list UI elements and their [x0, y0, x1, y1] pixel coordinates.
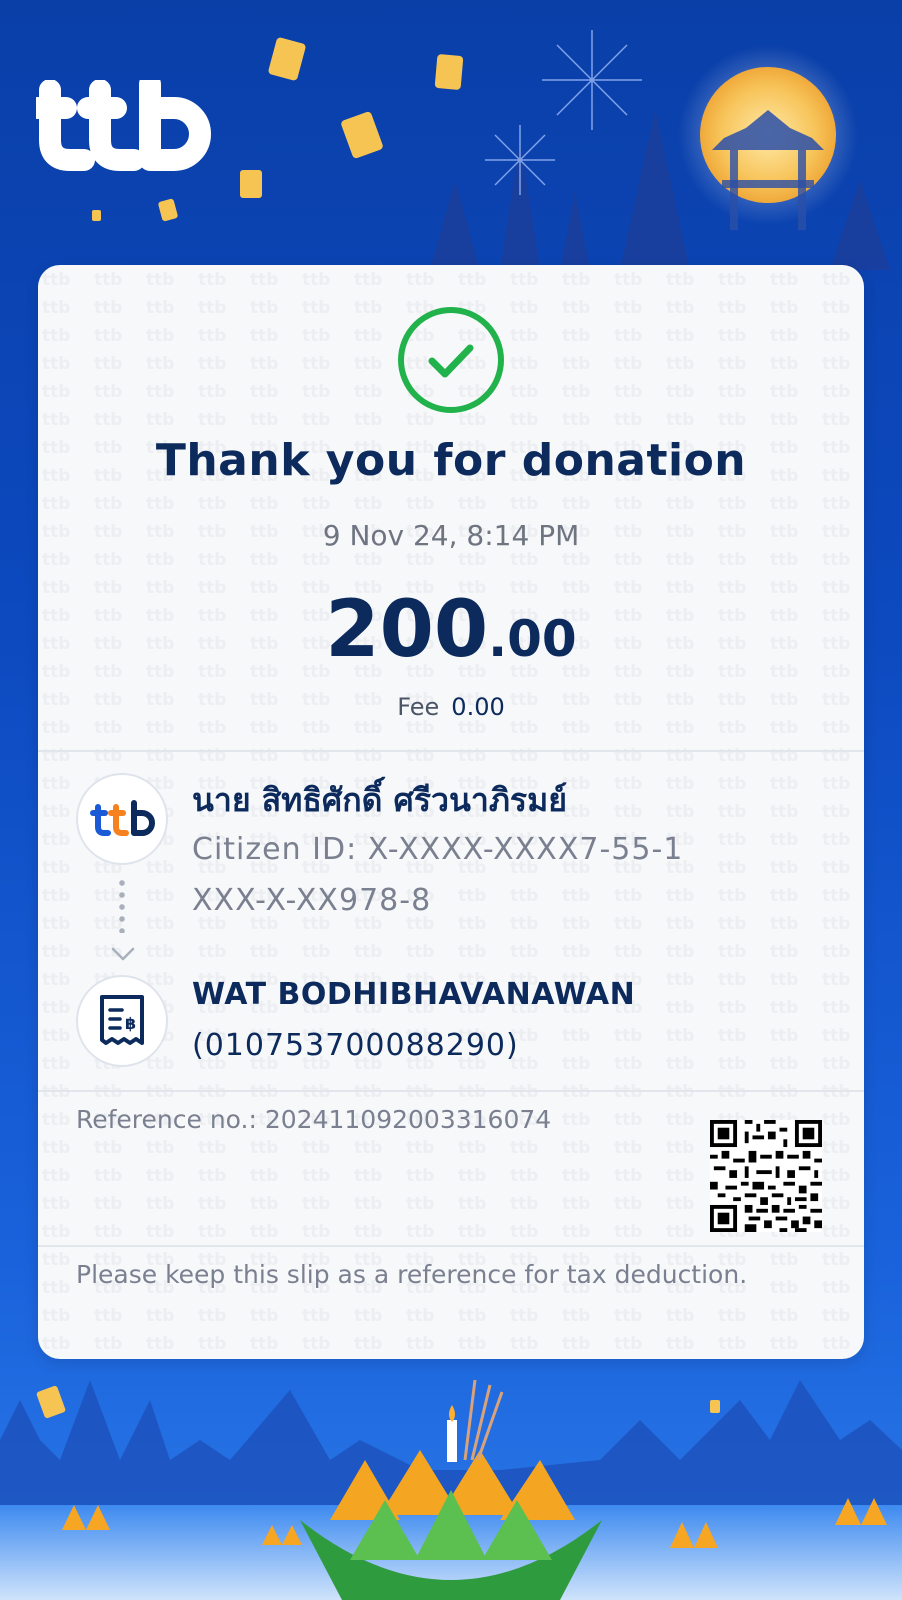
- receipt-card: ttb Thank you for donation 9 Nov 24, 8:1…: [38, 265, 864, 1359]
- divider: [38, 1090, 864, 1092]
- ttb-logo: [36, 80, 211, 171]
- sender-name: นาย สิทธิศักดิ์ ศรีวนาภิรมย์: [192, 781, 567, 819]
- recipient-name: WAT BODHIBHAVANAWAN: [192, 977, 636, 1012]
- qr-code-icon[interactable]: [710, 1120, 822, 1232]
- donation-receipt-icon: ฿: [100, 995, 144, 1045]
- sender-citizen-id: Citizen ID: X-XXXX-XXXX7-55-1: [192, 832, 684, 867]
- divider: [38, 750, 864, 752]
- sender-bank-avatar: [76, 773, 168, 865]
- tax-deduction-note: Please keep this slip as a reference for…: [76, 1260, 748, 1289]
- fee-value: 0.00: [451, 693, 505, 721]
- fee-label: Fee: [397, 693, 440, 721]
- firework: [485, 30, 642, 195]
- check-circle-icon: [398, 307, 504, 413]
- recipient-avatar: ฿: [76, 975, 168, 1067]
- receipt-title: Thank you for donation: [155, 435, 747, 486]
- amount-integer: 200: [325, 585, 489, 675]
- svg-text:฿: ฿: [125, 1014, 136, 1033]
- recipient-id: (010753700088290): [192, 1028, 519, 1063]
- transaction-datetime: 9 Nov 24, 8:14 PM: [322, 519, 580, 552]
- amount-decimal: .00: [488, 610, 577, 668]
- reference-number: Reference no.: 20241109200331607​4: [76, 1105, 552, 1134]
- transfer-connector: [119, 877, 125, 933]
- transaction-amount: 200.00: [38, 585, 864, 675]
- sender-account: XXX-X-XX978-8: [192, 883, 432, 918]
- divider: [38, 1245, 864, 1247]
- ttb-bank-icon: [90, 800, 155, 836]
- chevron-down-icon: [111, 947, 135, 961]
- fee-row: Fee 0.00: [38, 693, 864, 721]
